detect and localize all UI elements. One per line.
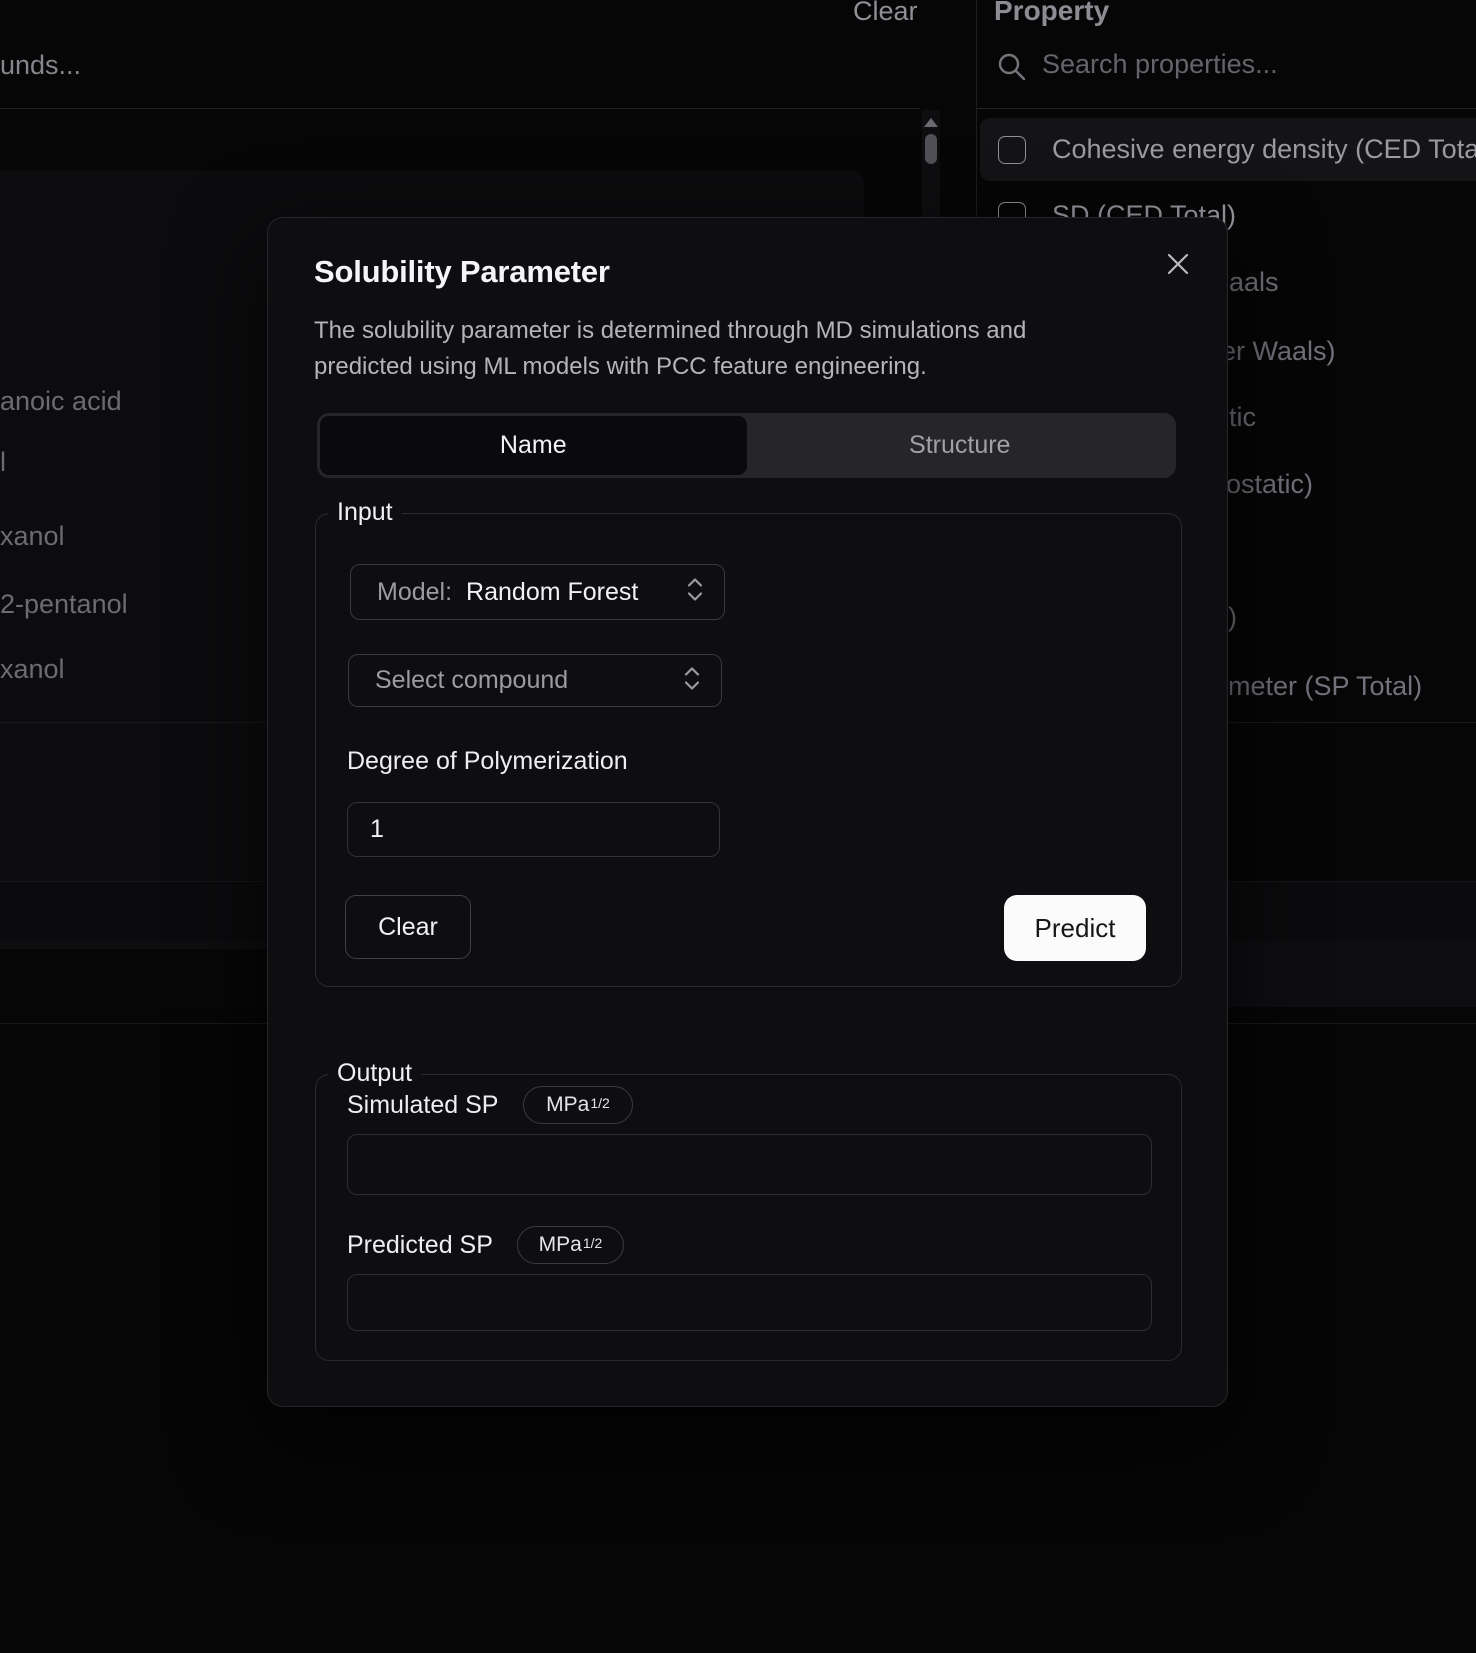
simulated-sp-output[interactable] <box>347 1134 1152 1195</box>
output-section-legend: Output <box>328 1059 422 1088</box>
left-panel-divider <box>0 108 920 109</box>
predicted-sp-unit-badge: MPa 1/2 <box>517 1226 624 1264</box>
updown-chevron-icon <box>686 576 704 609</box>
unit-base: MPa <box>546 1093 590 1116</box>
property-row-fragment[interactable]: ostatic) <box>1226 469 1313 500</box>
compound-search-fragment[interactable]: unds... <box>0 50 81 81</box>
dialog-description: The solubility parameter is determined t… <box>314 317 1027 380</box>
compound-select[interactable]: Select compound <box>348 654 722 707</box>
dialog-title: Solubility Parameter <box>314 254 610 289</box>
property-row-fragment[interactable]: meter (SP Total) <box>1228 671 1422 702</box>
property-row-fragment[interactable]: aals <box>1229 267 1279 298</box>
close-button[interactable] <box>1161 247 1195 281</box>
input-section-legend: Input <box>328 498 402 527</box>
tab-name[interactable]: Name <box>320 416 747 475</box>
predicted-sp-output[interactable] <box>347 1274 1152 1331</box>
model-select-value: Random Forest <box>466 577 639 606</box>
property-row-fragment[interactable]: tic <box>1229 402 1256 433</box>
model-select-label: Model: <box>377 577 453 606</box>
panel-separator <box>976 0 977 218</box>
property-row-label: Cohesive energy density (CED Total <box>1052 134 1476 164</box>
compound-list-item[interactable]: l <box>0 447 6 478</box>
compounds-clear-button[interactable]: Clear <box>853 0 918 27</box>
close-icon <box>1167 253 1189 275</box>
dop-label: Degree of Polymerization <box>347 747 628 775</box>
table-row-patch <box>0 949 267 1007</box>
compound-select-placeholder: Select compound <box>375 666 569 694</box>
right-panel-divider <box>976 108 1476 109</box>
app-root: { "background": { "left_panel": { "searc… <box>0 0 1476 1653</box>
property-row-ced-total[interactable]: Cohesive energy density (CED Total <box>980 118 1476 181</box>
predict-button[interactable]: Predict <box>1004 895 1146 961</box>
compound-list-item[interactable]: 2-pentanol <box>0 589 128 620</box>
dop-input[interactable] <box>347 802 720 857</box>
solubility-parameter-dialog: Solubility Parameter The solubility para… <box>267 217 1228 1407</box>
compound-list-item[interactable]: anoic acid <box>0 386 122 417</box>
input-mode-tabs: Name Structure <box>317 413 1176 478</box>
unit-base: MPa <box>538 1233 582 1256</box>
checkbox[interactable] <box>998 135 1026 164</box>
scrollbar-thumb[interactable] <box>925 134 937 164</box>
predicted-sp-label: Predicted SP <box>347 1231 493 1259</box>
compound-list-item[interactable]: xanol <box>0 654 65 685</box>
input-section: Input Model: Random Forest Select compou… <box>315 498 1182 987</box>
scrollbar-up-arrow-icon[interactable] <box>924 118 938 127</box>
property-search-input[interactable] <box>1040 48 1424 81</box>
clear-button[interactable]: Clear <box>345 895 471 959</box>
unit-exponent: 1/2 <box>582 1235 603 1251</box>
property-panel-title: Property <box>994 0 1110 26</box>
property-row-fragment[interactable]: ) <box>1228 602 1237 633</box>
property-row-fragment[interactable]: er Waals) <box>1221 336 1336 367</box>
simulated-sp-label: Simulated SP <box>347 1091 499 1119</box>
updown-chevron-icon <box>683 664 701 697</box>
simulated-sp-unit-badge: MPa 1/2 <box>523 1086 633 1124</box>
scrollbar[interactable] <box>922 110 940 218</box>
search-icon <box>997 52 1027 87</box>
compound-list-item[interactable]: xanol <box>0 521 65 552</box>
model-select[interactable]: Model: Random Forest <box>350 564 725 620</box>
output-section: Output Simulated SP MPa 1/2 Predicted SP … <box>315 1059 1182 1361</box>
unit-exponent: 1/2 <box>590 1095 610 1111</box>
tab-structure[interactable]: Structure <box>747 416 1174 475</box>
